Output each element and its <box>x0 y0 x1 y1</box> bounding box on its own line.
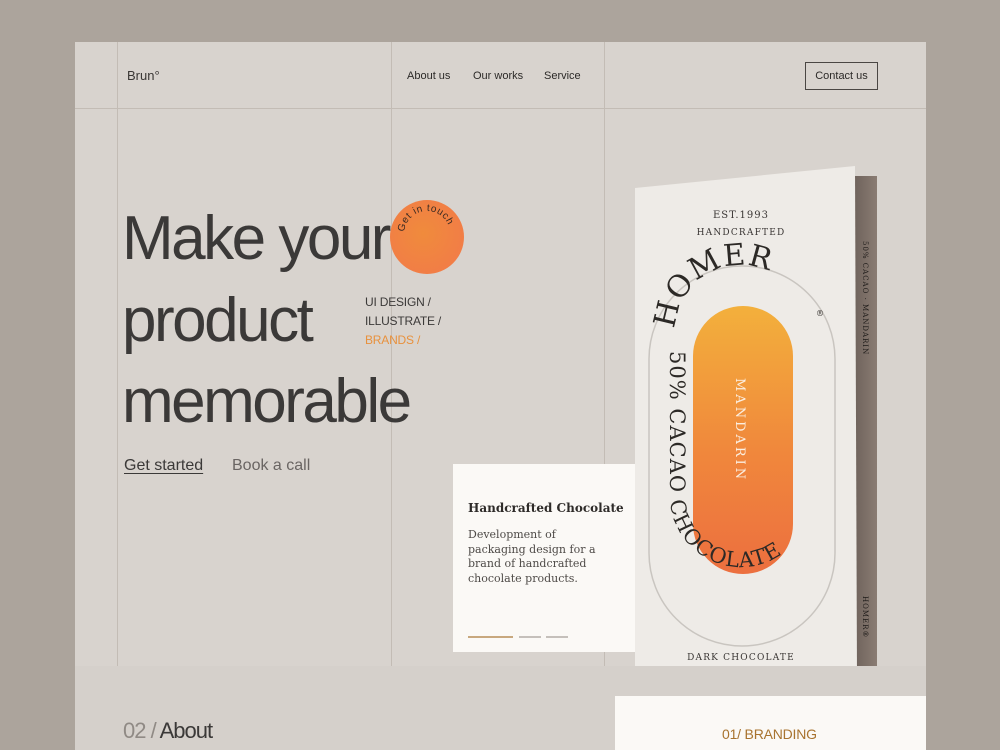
svg-text:Get in touch: Get in touch <box>396 203 456 233</box>
branding-label: 01/ BRANDING <box>722 726 817 742</box>
nav-service[interactable]: Service <box>544 70 581 82</box>
landing-page: Brun° About us Our works Service Contact… <box>75 42 926 750</box>
brand-logo[interactable]: Brun° <box>127 68 160 83</box>
package-bottom-label: DARK CHOCOLATE <box>687 653 795 663</box>
about-title: About <box>159 718 213 743</box>
package-handcrafted: HANDCRAFTED <box>697 228 786 238</box>
about-number: 02 / <box>123 718 157 743</box>
contact-us-button[interactable]: Contact us <box>805 62 878 90</box>
grid-line <box>391 42 392 666</box>
package-artwork: EST.1993 HANDCRAFTED HOMER ® MANDARIN 50… <box>647 210 836 663</box>
card-title: Handcrafted Chocolate <box>468 501 624 515</box>
branding-panel: 01/ BRANDING <box>615 696 926 750</box>
get-in-touch-badge[interactable]: Get in touch <box>390 200 464 274</box>
headline-line-2: product <box>122 286 314 355</box>
get-started-link[interactable]: Get started <box>124 457 203 475</box>
project-card[interactable]: Handcrafted Chocolate Development of pac… <box>453 464 635 652</box>
package-flavor: MANDARIN <box>732 378 747 482</box>
package-registered-mark: ® <box>816 309 824 318</box>
tag-brands: BRANDS / <box>365 333 421 347</box>
grid-line <box>75 108 926 109</box>
badge-text: Get in touch <box>396 203 455 233</box>
chocolate-package-image: 50% CACAO · MANDARIN HOMER® EST.1993 HAN… <box>635 166 877 676</box>
nav-about-us[interactable]: About us <box>407 70 450 82</box>
tag-illustrate: ILLUSTRATE / <box>365 314 442 328</box>
headline-line-3: memorable <box>122 367 412 436</box>
grid-line <box>117 42 118 666</box>
badge-text-ring: Get in touch <box>396 203 456 233</box>
package-est: EST.1993 <box>713 210 769 221</box>
headline-line-1: Make your <box>122 204 391 273</box>
pagination-dot[interactable] <box>519 636 541 638</box>
book-a-call-link[interactable]: Book a call <box>232 457 310 475</box>
about-heading: 02 / About <box>123 718 213 744</box>
card-description: Development of packaging design for a br… <box>468 528 596 585</box>
pagination-dot-active[interactable] <box>468 636 513 638</box>
pagination-dot[interactable] <box>546 636 568 638</box>
tag-ui-design: UI DESIGN / <box>365 295 431 309</box>
nav-our-works[interactable]: Our works <box>473 70 523 82</box>
